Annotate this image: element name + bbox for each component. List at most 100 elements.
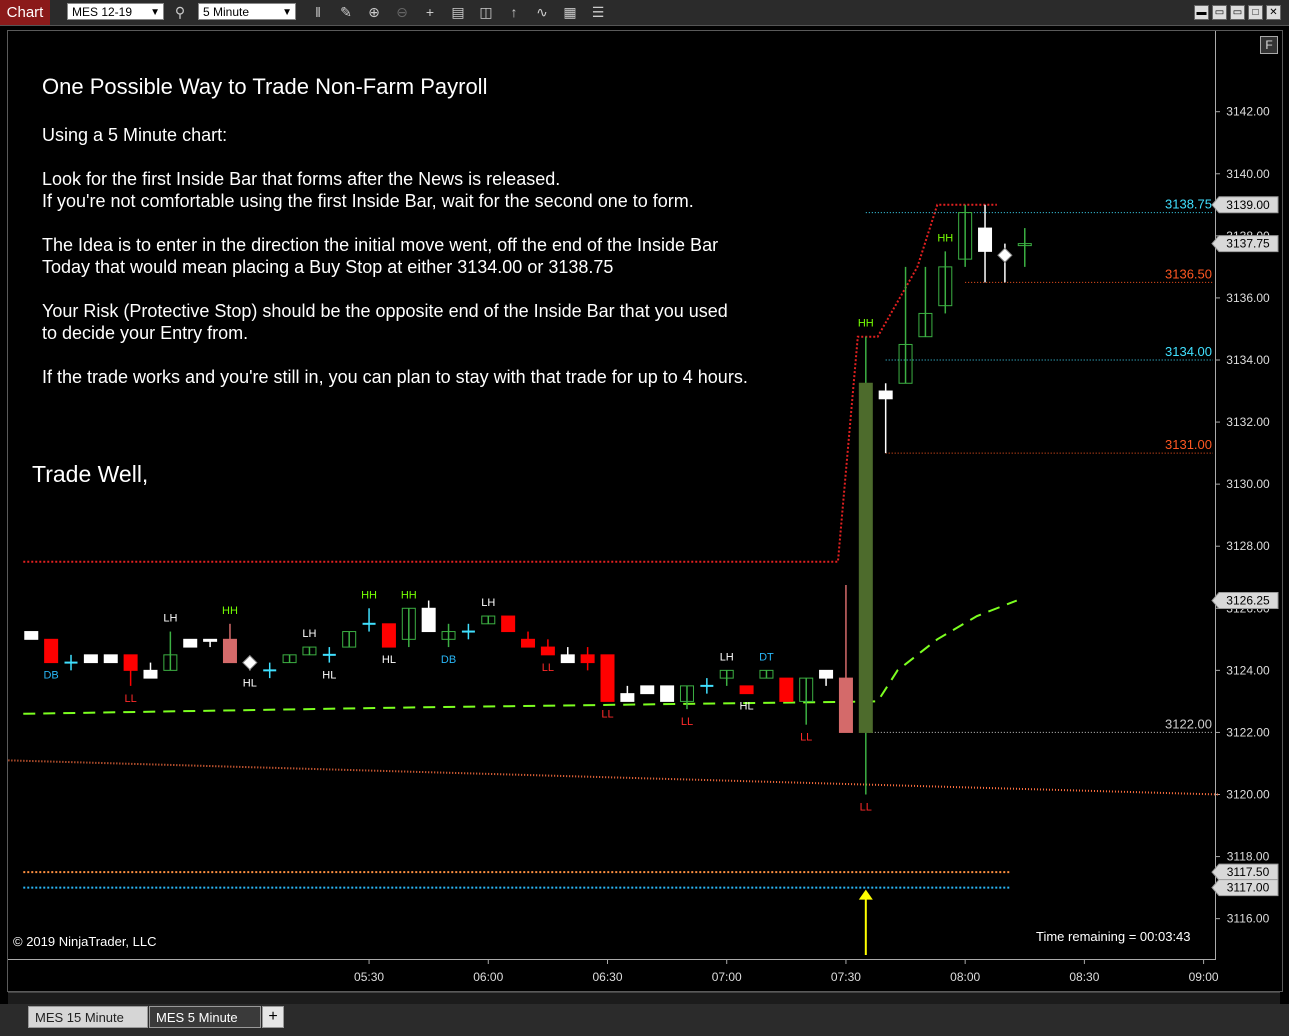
swing-label: HH: [858, 318, 874, 330]
annotation-line-8: If the trade works and you're still in, …: [42, 367, 748, 387]
swing-label: LL: [800, 732, 812, 744]
tab-mes-15-minute[interactable]: MES 15 Minute: [28, 1006, 148, 1028]
swing-label: DB: [441, 654, 456, 666]
swing-label: LH: [720, 651, 734, 663]
candle-body: [421, 607, 436, 633]
annotation-line-7: to decide your Entry from.: [42, 323, 249, 343]
price-marker-label: 3139.00: [1226, 198, 1270, 212]
candle-diamond: [242, 654, 258, 671]
swing-label: LL: [601, 708, 613, 720]
price-marker-label: 3117.50: [1227, 865, 1270, 879]
swing-label: LH: [302, 628, 316, 640]
copyright-label: © 2019 NinjaTrader, LLC: [13, 934, 157, 949]
time-tick-label: 08:30: [1069, 970, 1099, 984]
swing-label: HL: [382, 654, 396, 666]
candle-body: [501, 615, 516, 633]
candle-body: [858, 382, 873, 733]
annotation-signoff: Trade Well,: [32, 461, 149, 487]
candle-body: [640, 685, 655, 695]
price-tick-label: 3130.00: [1226, 477, 1270, 491]
time-remaining-label: Time remaining = 00:03:43: [1036, 929, 1191, 944]
candle-body: [203, 638, 218, 642]
price-tick-label: 3124.00: [1226, 663, 1270, 677]
time-tick-label: 06:00: [473, 970, 503, 984]
time-tick-label: 08:00: [950, 970, 980, 984]
candle-body: [739, 685, 754, 695]
annotation-line-1: Using a 5 Minute chart:: [42, 125, 228, 145]
candle-body: [878, 390, 893, 400]
trend-line: [8, 759, 1220, 796]
entry-arrow-head: [858, 889, 873, 900]
candle-body: [660, 685, 675, 702]
swing-label: HH: [361, 589, 377, 601]
annotation-line-3: If you're not comfortable using the firs…: [42, 191, 694, 211]
swing-label: HH: [401, 589, 417, 601]
price-tick-label: 3136.00: [1226, 291, 1270, 305]
chart-tab-strip: MES 15 Minute MES 5 Minute +: [0, 1004, 1289, 1036]
candle-body: [103, 654, 118, 664]
candle-body: [222, 638, 237, 664]
price-tick-label: 3142.00: [1226, 105, 1270, 119]
swing-label: LL: [542, 662, 554, 674]
add-tab-button[interactable]: +: [262, 1006, 284, 1028]
swing-label: HL: [322, 670, 336, 682]
candle-body: [123, 654, 138, 671]
price-tick-label: 3118.00: [1227, 850, 1270, 864]
price-tick-label: 3132.00: [1226, 415, 1270, 429]
candle-body: [978, 227, 993, 252]
swing-label: HH: [222, 605, 238, 617]
swing-label: HL: [243, 677, 257, 689]
candle-body: [580, 654, 595, 664]
candle-body: [819, 669, 834, 679]
price-marker-label: 3126.25: [1226, 594, 1270, 608]
level-line-label: 3122.00: [1165, 716, 1212, 731]
candle-body: [560, 654, 575, 664]
swing-label: HL: [740, 701, 754, 713]
swing-label: LH: [481, 597, 495, 609]
price-tick-label: 3120.00: [1226, 788, 1270, 802]
candle-body: [44, 638, 59, 664]
swing-label: HH: [937, 232, 953, 244]
swing-label: DB: [43, 670, 58, 682]
price-tick-label: 3140.00: [1226, 167, 1270, 181]
price-tick-label: 3122.00: [1226, 725, 1270, 739]
swing-label: LL: [681, 716, 693, 728]
candle-body: [381, 623, 396, 648]
level-line-label: 3131.00: [1165, 437, 1212, 452]
time-tick-label: 05:30: [354, 970, 384, 984]
candle-body: [83, 654, 98, 664]
swing-label: LL: [860, 802, 872, 814]
candle-body: [143, 669, 158, 679]
annotation-line-6: Your Risk (Protective Stop) should be th…: [42, 301, 728, 321]
level-line-label: 3134.00: [1165, 344, 1212, 359]
swing-label: DT: [759, 651, 774, 663]
candle-body: [540, 646, 555, 656]
swing-label: LL: [124, 693, 136, 705]
price-tick-label: 3128.00: [1226, 539, 1270, 553]
price-marker-label: 3137.75: [1226, 237, 1270, 251]
level-line-label: 3136.50: [1165, 266, 1212, 281]
candle-body: [24, 631, 39, 640]
annotation-line-4: The Idea is to enter in the direction th…: [42, 235, 719, 255]
candle-body: [600, 654, 615, 702]
time-tick-label: 06:30: [592, 970, 622, 984]
annotation-title: One Possible Way to Trade Non-Farm Payro…: [42, 74, 488, 99]
candle-body: [620, 693, 635, 702]
time-tick-label: 07:30: [831, 970, 861, 984]
annotation-line-2: Look for the first Inside Bar that forms…: [42, 169, 561, 189]
candle-body: [838, 677, 853, 733]
candle-body: [183, 638, 198, 648]
annotation-line-5: Today that would mean placing a Buy Stop…: [42, 257, 614, 277]
candle-body: [521, 638, 536, 648]
price-tick-label: 3134.00: [1226, 353, 1270, 367]
price-tick-label: 3116.00: [1227, 912, 1270, 926]
candle-body: [779, 677, 794, 702]
price-marker-label: 3117.00: [1227, 881, 1270, 895]
swing-label: LH: [163, 613, 177, 625]
candle-diamond: [997, 247, 1013, 263]
time-tick-label: 07:00: [712, 970, 742, 984]
time-tick-label: 09:00: [1189, 970, 1219, 984]
price-chart[interactable]: 3142.003140.003138.003136.003134.003132.…: [0, 0, 1289, 1036]
tab-mes-5-minute[interactable]: MES 5 Minute: [149, 1006, 261, 1028]
level-line-label: 3138.75: [1165, 197, 1212, 212]
